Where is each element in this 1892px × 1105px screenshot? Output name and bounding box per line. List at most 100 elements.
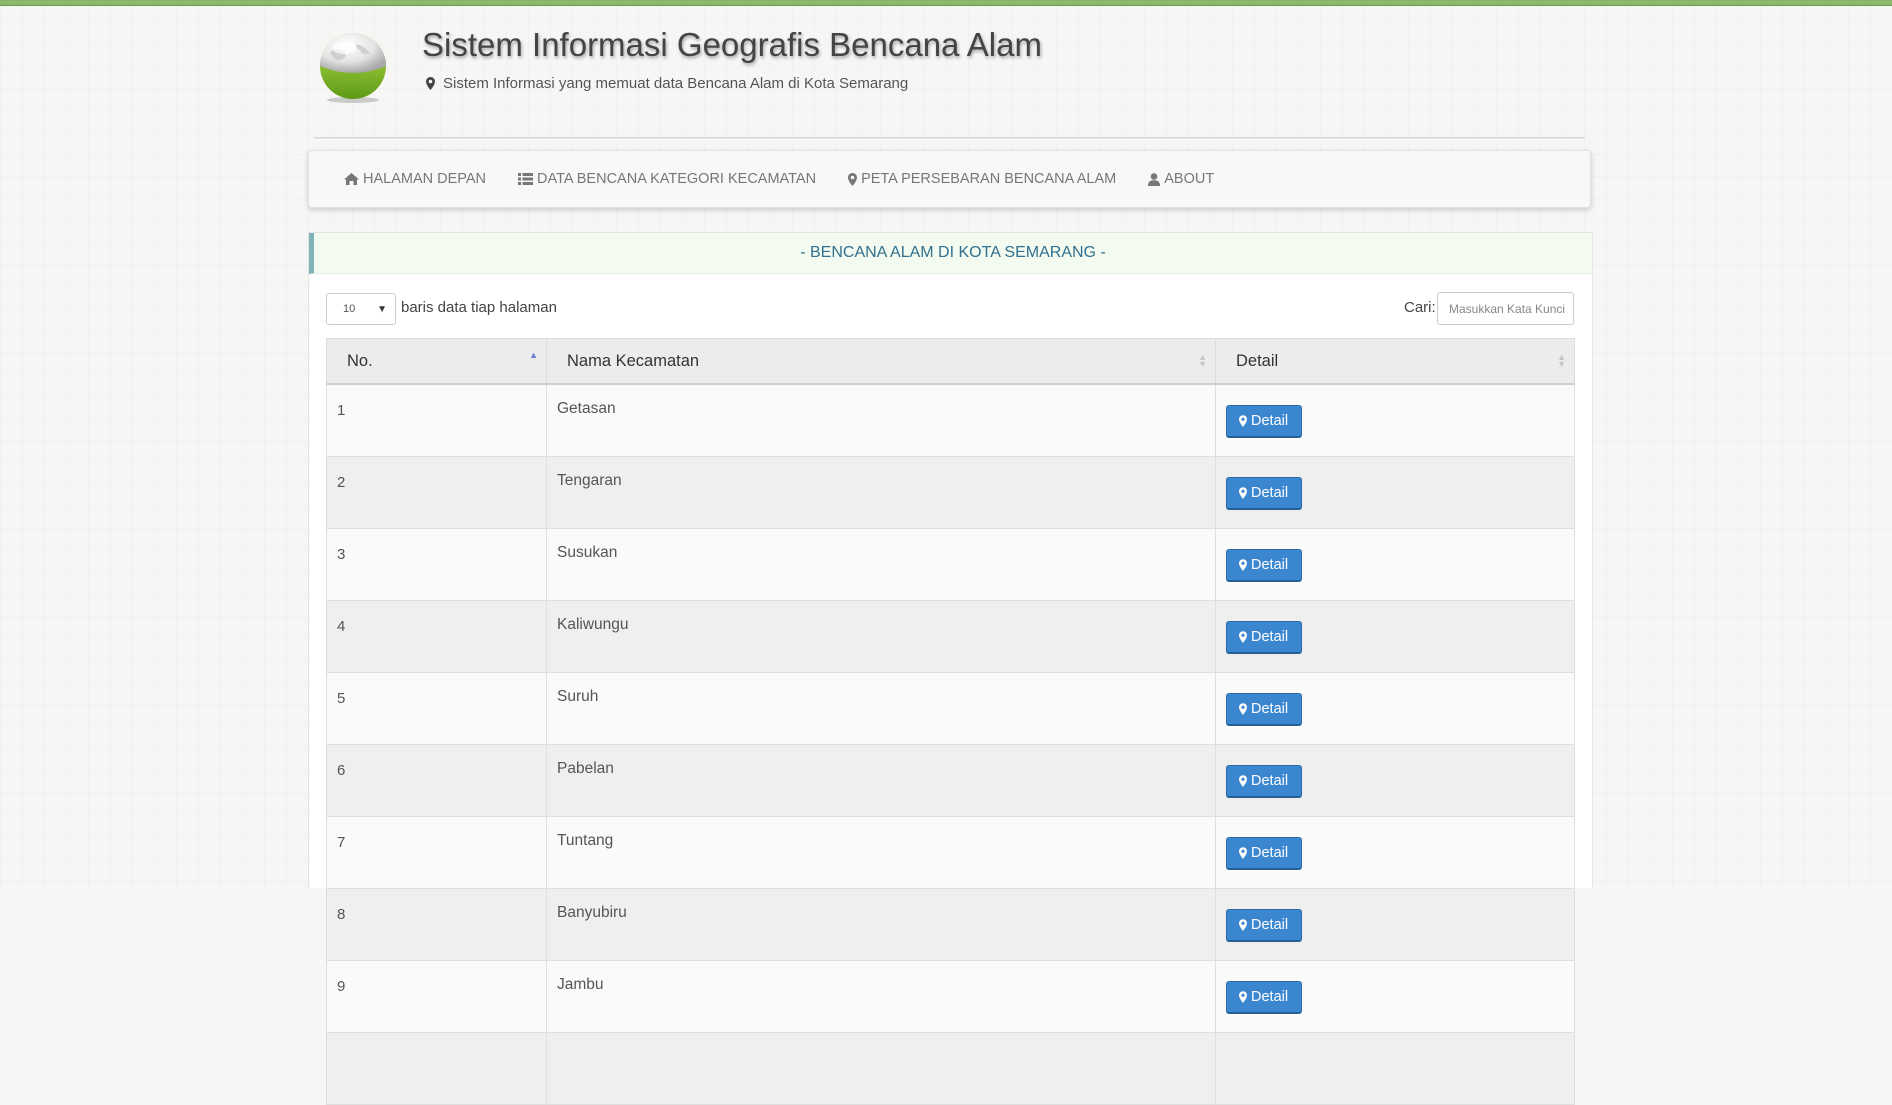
sort-ascending-icon: ▲ bbox=[529, 350, 538, 360]
globe-logo-icon bbox=[320, 33, 386, 103]
cell-detail: Detail bbox=[1215, 672, 1575, 745]
user-icon bbox=[1148, 172, 1161, 186]
nav-item-about[interactable]: ABOUT bbox=[1132, 171, 1230, 187]
table-row: 1 Getasan Detail bbox=[326, 383, 1575, 457]
detail-button[interactable]: Detail bbox=[1226, 908, 1303, 942]
detail-button[interactable]: Detail bbox=[1226, 548, 1303, 582]
cell-kecamatan-name: Suruh bbox=[546, 672, 1216, 745]
map-marker-icon bbox=[1239, 630, 1247, 643]
page-length-label: baris data tiap halaman bbox=[401, 299, 557, 316]
column-header-label: Nama Kecamatan bbox=[567, 351, 700, 370]
map-marker-icon bbox=[426, 77, 435, 90]
table-row: 6 Pabelan Detail bbox=[326, 744, 1575, 817]
page-length-select[interactable]: 10 ▼ bbox=[326, 293, 396, 325]
nav-label: DATA BENCANA KATEGORI KECAMATAN bbox=[537, 171, 817, 187]
detail-button-label: Detail bbox=[1251, 484, 1289, 501]
table-body: 1 Getasan Detail 2 Tengaran Detail 3 Sus… bbox=[326, 383, 1575, 1105]
detail-button-label: Detail bbox=[1251, 916, 1289, 933]
search-input[interactable] bbox=[1437, 292, 1574, 325]
column-header-label: No. bbox=[347, 351, 373, 370]
cell-detail: Detail bbox=[1215, 528, 1575, 601]
detail-button[interactable]: Detail bbox=[1226, 980, 1303, 1014]
map-marker-icon bbox=[1239, 774, 1247, 787]
detail-button-label: Detail bbox=[1251, 412, 1289, 429]
cell-no: 7 bbox=[326, 816, 547, 889]
column-header-nama-kecamatan[interactable]: Nama Kecamatan ▲ ▼ bbox=[546, 338, 1216, 385]
nav-label: HALAMAN DEPAN bbox=[363, 171, 487, 187]
header-divider bbox=[314, 137, 1585, 140]
cell-detail: Detail bbox=[1215, 456, 1575, 529]
subtitle-text: Sistem Informasi yang memuat data Bencan… bbox=[443, 75, 909, 92]
cell-detail: Detail bbox=[1215, 744, 1575, 817]
map-marker-icon bbox=[1239, 846, 1247, 859]
cell-detail: Detail bbox=[1215, 600, 1575, 673]
map-marker-icon bbox=[1239, 486, 1247, 499]
column-header-detail[interactable]: Detail ▲ ▼ bbox=[1215, 338, 1575, 385]
map-marker-icon bbox=[1239, 990, 1247, 1003]
kecamatan-table: No. ▲ Nama Kecamatan ▲ ▼ Detail ▲ ▼ 1 Geta… bbox=[326, 338, 1575, 1105]
cell-no: 9 bbox=[326, 960, 547, 1033]
cell-kecamatan-name: Jambu bbox=[546, 960, 1216, 1033]
column-header-label: Detail bbox=[1236, 351, 1279, 370]
panel-heading: - BENCANA ALAM DI KOTA SEMARANG - bbox=[309, 233, 1592, 274]
sort-both-icon: ▲ ▼ bbox=[1557, 352, 1566, 369]
nav-label: ABOUT bbox=[1164, 171, 1215, 187]
detail-button[interactable]: Detail bbox=[1226, 836, 1303, 870]
cell-kecamatan-name: Getasan bbox=[546, 383, 1216, 457]
cell-kecamatan-name: Tuntang bbox=[546, 816, 1216, 889]
cell-no: 4 bbox=[326, 600, 547, 673]
cell-kecamatan-name: Kaliwungu bbox=[546, 600, 1216, 673]
detail-button[interactable]: Detail bbox=[1226, 476, 1303, 510]
cell-kecamatan-name: Banyubiru bbox=[546, 888, 1216, 961]
cell-detail: Detail bbox=[1215, 383, 1575, 457]
detail-button-label: Detail bbox=[1251, 556, 1289, 573]
map-marker-icon bbox=[1239, 918, 1247, 931]
map-marker-icon bbox=[1239, 558, 1247, 571]
cell-detail: Detail bbox=[1215, 960, 1575, 1033]
list-icon bbox=[518, 173, 534, 185]
cell-kecamatan-name: Susukan bbox=[546, 528, 1216, 601]
detail-button-label: Detail bbox=[1251, 844, 1289, 861]
nav-item-peta-persebaran[interactable]: PETA PERSEBARAN BENCANA ALAM bbox=[832, 171, 1132, 187]
table-header-row: No. ▲ Nama Kecamatan ▲ ▼ Detail ▲ ▼ bbox=[326, 338, 1575, 385]
detail-button[interactable]: Detail bbox=[1226, 764, 1303, 798]
detail-button-label: Detail bbox=[1251, 628, 1289, 645]
nav-item-data-bencana[interactable]: DATA BENCANA KATEGORI KECAMATAN bbox=[502, 171, 832, 187]
cell-no bbox=[326, 1032, 547, 1105]
column-header-no[interactable]: No. ▲ bbox=[326, 338, 547, 385]
table-row bbox=[326, 1032, 1575, 1105]
map-marker-icon bbox=[848, 172, 858, 186]
table-row: 2 Tengaran Detail bbox=[326, 456, 1575, 529]
detail-button-label: Detail bbox=[1251, 772, 1289, 789]
cell-kecamatan-name bbox=[546, 1032, 1216, 1105]
detail-button-label: Detail bbox=[1251, 700, 1289, 717]
cell-detail: Detail bbox=[1215, 888, 1575, 961]
detail-button[interactable]: Detail bbox=[1226, 620, 1303, 654]
table-row: 8 Banyubiru Detail bbox=[326, 888, 1575, 961]
nav-item-halaman-depan[interactable]: HALAMAN DEPAN bbox=[309, 171, 502, 187]
table-row: 9 Jambu Detail bbox=[326, 960, 1575, 1033]
detail-button[interactable]: Detail bbox=[1226, 692, 1303, 726]
cell-detail bbox=[1215, 1032, 1575, 1105]
detail-button-label: Detail bbox=[1251, 988, 1289, 1005]
cell-no: 8 bbox=[326, 888, 547, 961]
home-icon bbox=[344, 173, 359, 185]
cell-no: 5 bbox=[326, 672, 547, 745]
cell-no: 2 bbox=[326, 456, 547, 529]
site-subtitle: Sistem Informasi yang memuat data Bencan… bbox=[426, 75, 908, 92]
table-row: 5 Suruh Detail bbox=[326, 672, 1575, 745]
map-marker-icon bbox=[1239, 414, 1247, 427]
cell-no: 3 bbox=[326, 528, 547, 601]
table-row: 7 Tuntang Detail bbox=[326, 816, 1575, 889]
page-container: Sistem Informasi Geografis Bencana Alam … bbox=[308, 0, 1593, 1105]
detail-button[interactable]: Detail bbox=[1226, 404, 1303, 438]
cell-kecamatan-name: Tengaran bbox=[546, 456, 1216, 529]
search-label: Cari: bbox=[1404, 299, 1436, 316]
cell-kecamatan-name: Pabelan bbox=[546, 744, 1216, 817]
disaster-panel: - BENCANA ALAM DI KOTA SEMARANG - 10 ▼ b… bbox=[308, 232, 1593, 1105]
map-marker-icon bbox=[1239, 702, 1247, 715]
cell-no: 6 bbox=[326, 744, 547, 817]
cell-no: 1 bbox=[326, 383, 547, 457]
nav-label: PETA PERSEBARAN BENCANA ALAM bbox=[861, 171, 1117, 187]
table-row: 3 Susukan Detail bbox=[326, 528, 1575, 601]
